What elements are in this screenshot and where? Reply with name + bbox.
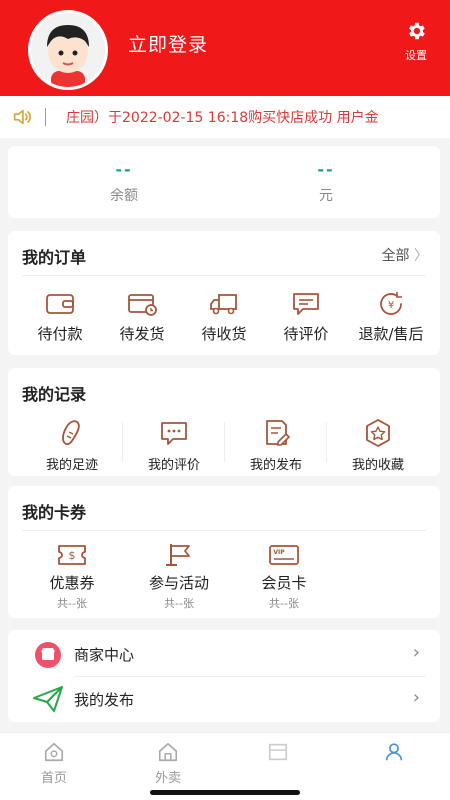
coupon-item-count: 共--张 [57,597,87,610]
unit-label: 元 [319,188,333,204]
coupon-discount[interactable]: $ 优惠券 共--张 [32,542,112,611]
order-item-label: 待付款 [37,325,83,343]
order-pending-shipment[interactable]: 待发货 [104,291,180,344]
gear-icon [409,22,425,40]
shop-icon [35,642,61,668]
tab-store[interactable] [248,741,308,767]
notice-bar[interactable]: 庄园）于2022-02-15 16:18购买快店成功 用户金 [0,96,450,138]
avatar-face-icon [31,13,105,87]
record-item-label: 我的收藏 [351,458,404,473]
record-favorites[interactable]: 我的收藏 [328,418,428,473]
list-item-label: 商家中心 [74,646,135,664]
login-link[interactable]: 立即登录 [128,30,208,57]
svg-text:VIP: VIP [273,549,285,556]
store-icon [268,743,288,761]
record-posts[interactable]: 我的发布 [226,418,326,473]
coupon-item-count: 共--张 [164,597,194,610]
tab-label: 首页 [40,771,67,786]
orders-all-label: 全部 [381,248,410,264]
order-item-label: 待发货 [119,325,165,343]
unit-value: -- [317,160,335,179]
profile-header: 立即登录 设置 [0,0,450,96]
order-pending-payment[interactable]: 待付款 [22,291,98,344]
records-card: 我的记录 我的足迹 我的评价 我的发布 我的收藏 [8,368,440,476]
coupons-card: 我的卡券 $ 优惠券 共--张 参与活动 共--张 VIP 会员卡 共--张 [8,486,440,618]
list-item-label: 我的发布 [74,691,135,709]
coupons-title: 我的卡券 [22,503,87,522]
record-item-label: 我的评价 [147,458,200,473]
tab-label: 外卖 [154,771,181,786]
comment-icon [293,293,319,315]
avatar[interactable] [28,10,108,90]
order-pending-review[interactable]: 待评价 [268,291,344,344]
coupon-item-label: 优惠券 [49,574,95,592]
star-badge-icon [366,419,390,447]
balance-label: 余额 [110,188,138,204]
unit-column[interactable]: -- 元 [266,160,386,205]
balance-card: -- 余额 -- 元 [8,146,440,218]
chevron-right-icon: › [412,642,420,663]
menu-list-card: 商家中心 › 我的发布 › [8,630,440,722]
coupon-membership-card[interactable]: VIP 会员卡 共--张 [244,542,324,611]
svg-text:$: $ [69,549,76,562]
balance-column[interactable]: -- 余额 [64,160,184,205]
coupon-icon: $ [58,545,86,565]
chevron-right-icon: › [412,687,420,708]
speaker-icon [13,109,31,125]
records-separator [122,422,123,462]
home-icon [44,742,64,762]
home-indicator [150,790,300,795]
balance-value: -- [115,160,133,179]
coupon-item-label: 参与活动 [148,574,209,592]
coupon-item-count: 共--张 [269,597,299,610]
flag-icon [166,544,190,566]
order-item-label: 待收货 [201,325,247,343]
order-item-label: 待评价 [283,325,329,343]
chevron-right-icon: 〉 [414,248,428,264]
order-pending-receipt[interactable]: 待收货 [186,291,262,344]
order-item-label: 退款/售后 [358,325,424,343]
records-title: 我的记录 [22,385,87,404]
wallet-icon [46,294,74,314]
orders-card: 我的订单 全部 〉 待付款 待发货 待收货 待评价 ¥ 退款/售后 [8,231,440,355]
truck-icon [210,294,237,315]
orders-divider [22,275,426,276]
tab-home[interactable]: 首页 [24,741,84,786]
user-icon [385,743,403,761]
notice-text: 庄园）于2022-02-15 16:18购买快店成功 用户金 [66,110,379,126]
list-item-merchant-center[interactable]: 商家中心 › [8,632,440,676]
tab-takeout[interactable]: 外卖 [138,741,198,786]
edit-note-icon [266,420,291,446]
svg-text:¥: ¥ [388,300,394,311]
send-icon [33,686,63,712]
coupon-item-label: 会员卡 [261,574,307,592]
settings-label: 设置 [405,49,427,62]
order-refund[interactable]: ¥ 退款/售后 [346,291,436,344]
record-footprint[interactable]: 我的足迹 [22,418,122,473]
records-separator [326,422,327,462]
record-reviews[interactable]: 我的评价 [124,418,224,473]
record-item-label: 我的足迹 [45,458,98,473]
chat-bubble-icon [161,422,187,445]
tab-profile[interactable] [364,741,424,767]
vip-card-icon: VIP [269,545,299,565]
notice-divider [45,108,46,126]
records-separator [224,422,225,462]
coupons-divider [22,530,426,531]
list-item-my-posts[interactable]: 我的发布 › [8,677,440,721]
coupon-activities[interactable]: 参与活动 共--张 [134,542,224,611]
settings-button[interactable]: 设置 [400,20,432,63]
takeout-icon [158,742,178,762]
card-clock-icon [128,294,157,316]
orders-all-link[interactable]: 全部 〉 [382,245,428,265]
orders-title: 我的订单 [22,248,87,267]
footprint-icon [62,420,80,446]
record-item-label: 我的发布 [249,458,302,473]
refund-icon: ¥ [380,292,402,315]
